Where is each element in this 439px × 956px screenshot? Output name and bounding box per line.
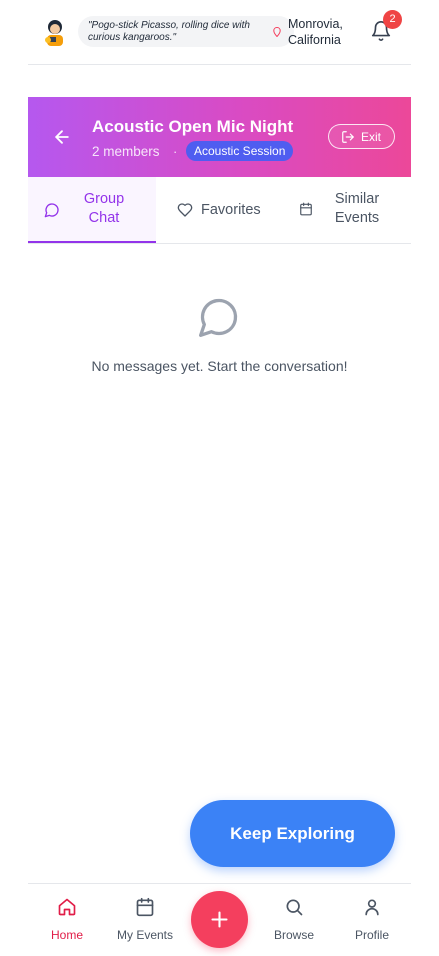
user-icon — [365, 899, 379, 916]
heart-icon — [177, 203, 193, 217]
keep-exploring-button[interactable]: Keep Exploring — [190, 800, 395, 867]
nav-home[interactable]: Home — [38, 884, 96, 956]
tab-similar-events[interactable]: Similar Events — [284, 177, 411, 243]
separator-dot: · — [173, 144, 178, 159]
avatar[interactable] — [42, 18, 68, 48]
notification-badge: 2 — [383, 10, 402, 29]
tab-group-chat[interactable]: Group Chat — [28, 177, 156, 243]
location-city: Monrovia, — [288, 17, 343, 31]
nav-label: Browse — [273, 928, 314, 942]
empty-chat-message: No messages yet. Start the conversation! — [91, 358, 348, 374]
search-icon — [286, 899, 303, 916]
nav-profile[interactable]: Profile — [344, 884, 400, 956]
location-state: California — [288, 33, 341, 47]
calendar-icon — [136, 897, 154, 917]
nav-label: My Events — [116, 928, 173, 942]
bottom-nav: Home My Events Browse Profile — [28, 883, 411, 956]
nav-my-events[interactable]: My Events — [110, 884, 180, 956]
event-banner: Acoustic Open Mic Night 2 members · Acou… — [28, 97, 411, 177]
location[interactable]: Monrovia, California — [288, 16, 343, 48]
tab-label: Similar Events — [334, 191, 380, 226]
session-badge: Acoustic Session — [186, 141, 294, 161]
log-out-icon — [342, 131, 354, 143]
event-title: Acoustic Open Mic Night — [92, 117, 294, 136]
tab-favorites[interactable]: Favorites — [156, 177, 284, 243]
tab-label: Favorites — [201, 202, 261, 218]
message-circle-icon — [44, 203, 59, 218]
plus-icon — [211, 911, 228, 928]
member-count: 2 members — [92, 144, 160, 159]
calendar-icon — [300, 202, 312, 216]
back-arrow-icon[interactable] — [52, 127, 72, 147]
create-event-button[interactable] — [191, 891, 248, 948]
location-pin-icon — [273, 27, 281, 37]
tab-label: Group Chat — [83, 191, 125, 226]
nav-browse[interactable]: Browse — [266, 884, 322, 956]
exit-label: Exit — [361, 130, 382, 144]
status-quote: "Pogo-stick Picasso, rolling dice with c… — [78, 16, 294, 47]
home-icon — [58, 898, 76, 916]
tab-bar: Group Chat Favorites Similar Events — [28, 177, 411, 244]
nav-label: Home — [50, 928, 83, 942]
chat-bubble-icon — [199, 298, 238, 337]
nav-label: Profile — [354, 928, 389, 942]
exit-button[interactable]: Exit — [328, 124, 395, 149]
top-header: "Pogo-stick Picasso, rolling dice with c… — [28, 0, 411, 65]
